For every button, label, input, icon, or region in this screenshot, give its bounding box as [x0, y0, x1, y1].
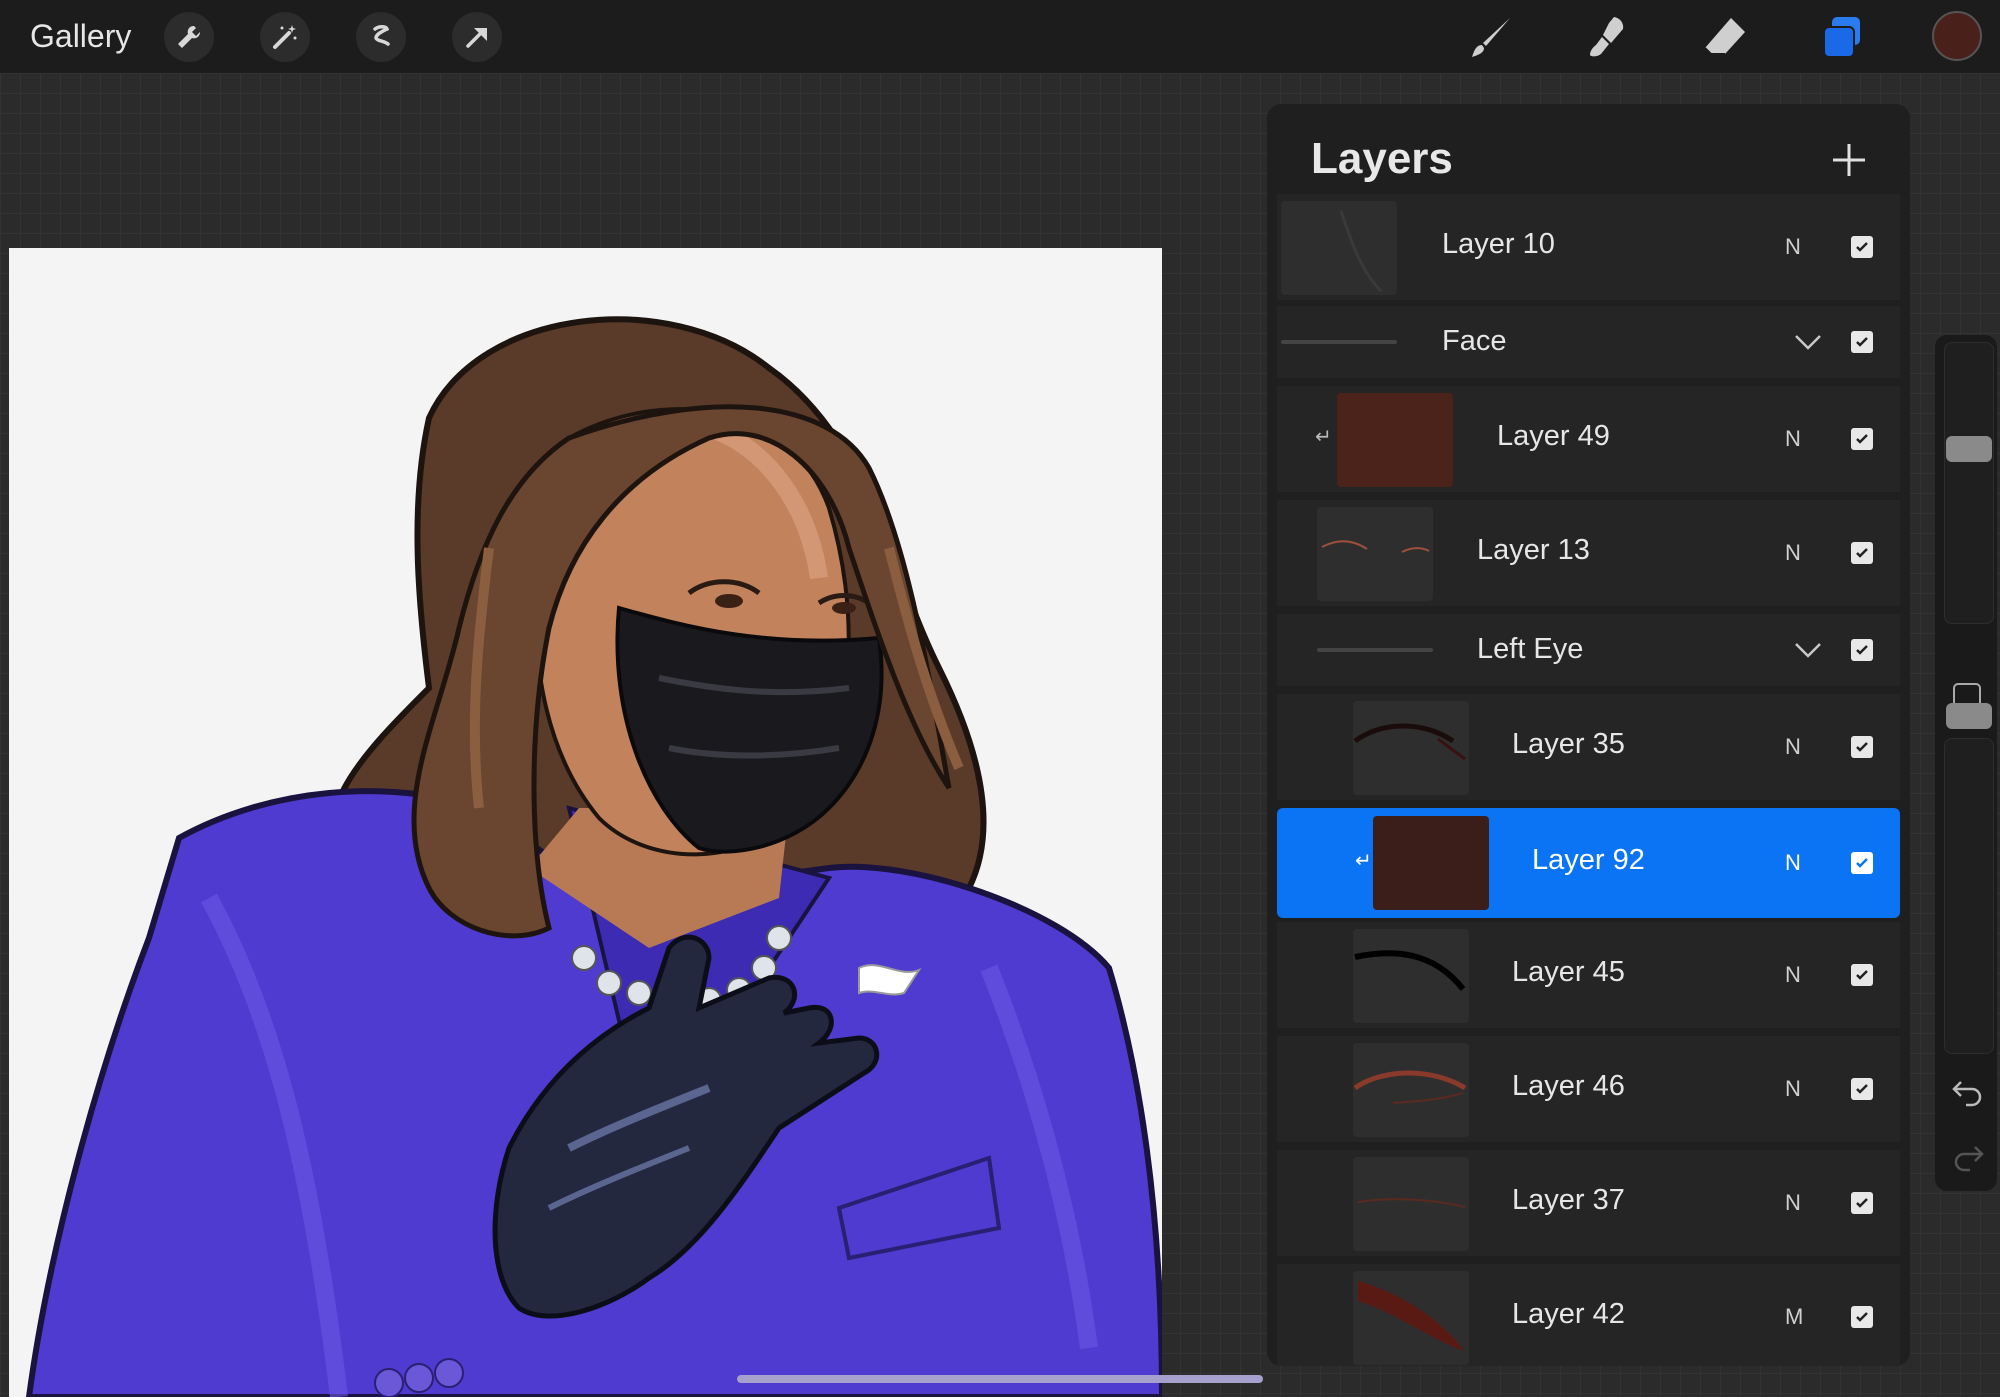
layer-thumbnail [1353, 1043, 1469, 1137]
layer-name: Layer 35 [1512, 728, 1625, 760]
visibility-checkbox[interactable] [1851, 1078, 1873, 1100]
visibility-checkbox[interactable] [1851, 964, 1873, 986]
layer-name: Layer 10 [1442, 228, 1555, 260]
group-row-face[interactable]: Face [1277, 306, 1900, 378]
layer-thumbnail [1281, 201, 1397, 295]
smudge-icon[interactable] [1581, 10, 1635, 64]
home-indicator [737, 1375, 1263, 1383]
chevron-down-icon[interactable] [1794, 330, 1822, 354]
opacity-knob[interactable] [1946, 703, 1992, 730]
undo-icon[interactable] [1951, 1078, 1985, 1108]
layer-thumbnail [1353, 1157, 1469, 1251]
layers-icon[interactable] [1815, 10, 1869, 64]
visibility-checkbox[interactable] [1851, 331, 1873, 353]
layer-row-layer-49[interactable]: ↵ Layer 49 N [1277, 386, 1900, 492]
layer-thumbnail [1317, 507, 1433, 601]
visibility-checkbox[interactable] [1851, 236, 1873, 258]
visibility-checkbox[interactable] [1851, 736, 1873, 758]
layer-thumbnail [1373, 816, 1489, 910]
layer-row-layer-46[interactable]: Layer 46 N [1277, 1036, 1900, 1142]
layer-row-layer-13[interactable]: Layer 13 N [1277, 500, 1900, 606]
layer-row-layer-45[interactable]: Layer 45 N [1277, 922, 1900, 1028]
group-divider [1317, 648, 1433, 652]
layer-thumbnail [1353, 1271, 1469, 1365]
blend-mode-label[interactable]: N [1785, 1190, 1801, 1216]
layer-row-layer-42[interactable]: Layer 42 M [1277, 1264, 1900, 1366]
layer-thumbnail [1353, 929, 1469, 1023]
redo-icon[interactable] [1951, 1143, 1985, 1173]
clipping-mask-icon: ↵ [1355, 850, 1372, 872]
clipping-mask-icon: ↵ [1315, 426, 1332, 448]
blend-mode-label[interactable]: N [1785, 540, 1801, 566]
layers-panel: Layers Layer 10 N Face ↵ Layer 49 N Laye… [1267, 104, 1910, 1366]
transform-arrow-icon[interactable] [452, 12, 502, 62]
layer-row-layer-35[interactable]: Layer 35 N [1277, 694, 1900, 800]
group-row-left-eye[interactable]: Left Eye [1277, 614, 1900, 686]
visibility-checkbox[interactable] [1851, 428, 1873, 450]
add-layer-button[interactable] [1829, 140, 1869, 180]
layer-row-layer-92[interactable]: ↵ Layer 92 N [1277, 808, 1900, 918]
opacity-slider[interactable] [1944, 738, 1994, 1054]
group-name: Face [1442, 325, 1507, 357]
layer-thumbnail [1353, 701, 1469, 795]
visibility-checkbox[interactable] [1851, 1192, 1873, 1214]
layer-name: Layer 37 [1512, 1184, 1625, 1216]
brush-size-slider[interactable] [1944, 342, 1994, 624]
layers-panel-title: Layers [1311, 134, 1453, 183]
magic-wand-icon[interactable] [260, 12, 310, 62]
blend-mode-label[interactable]: N [1785, 234, 1801, 260]
color-picker-button[interactable] [1932, 11, 1982, 61]
layer-name: Layer 46 [1512, 1070, 1625, 1102]
brush-icon[interactable] [1465, 10, 1519, 64]
drawing-canvas[interactable] [9, 248, 1162, 1397]
visibility-checkbox[interactable] [1851, 1306, 1873, 1328]
layer-row-layer-37[interactable]: Layer 37 N [1277, 1150, 1900, 1256]
brush-size-knob[interactable] [1946, 435, 1992, 462]
layer-name: Layer 45 [1512, 956, 1625, 988]
layer-name: Layer 49 [1497, 420, 1610, 452]
plus-icon [1833, 144, 1865, 176]
layer-thumbnail [1337, 393, 1453, 487]
canvas-artwork [9, 248, 1162, 1397]
layer-row-layer-10[interactable]: Layer 10 N [1277, 194, 1900, 300]
blend-mode-label[interactable]: M [1785, 1304, 1803, 1330]
top-toolbar: Gallery [0, 0, 2000, 73]
blend-mode-label[interactable]: N [1785, 850, 1801, 876]
visibility-checkbox[interactable] [1851, 639, 1873, 661]
group-divider [1281, 340, 1397, 344]
visibility-checkbox[interactable] [1851, 542, 1873, 564]
blend-mode-label[interactable]: N [1785, 426, 1801, 452]
visibility-checkbox[interactable] [1851, 852, 1873, 874]
wrench-icon[interactable] [164, 12, 214, 62]
blend-mode-label[interactable]: N [1785, 734, 1801, 760]
layer-name: Layer 42 [1512, 1298, 1625, 1330]
blend-mode-label[interactable]: N [1785, 962, 1801, 988]
gallery-button[interactable]: Gallery [30, 18, 131, 55]
eraser-icon[interactable] [1698, 10, 1752, 64]
layer-name: Layer 13 [1477, 534, 1590, 566]
chevron-down-icon[interactable] [1794, 638, 1822, 662]
layer-name: Layer 92 [1532, 844, 1645, 876]
selection-icon[interactable] [356, 12, 406, 62]
group-name: Left Eye [1477, 633, 1584, 665]
blend-mode-label[interactable]: N [1785, 1076, 1801, 1102]
